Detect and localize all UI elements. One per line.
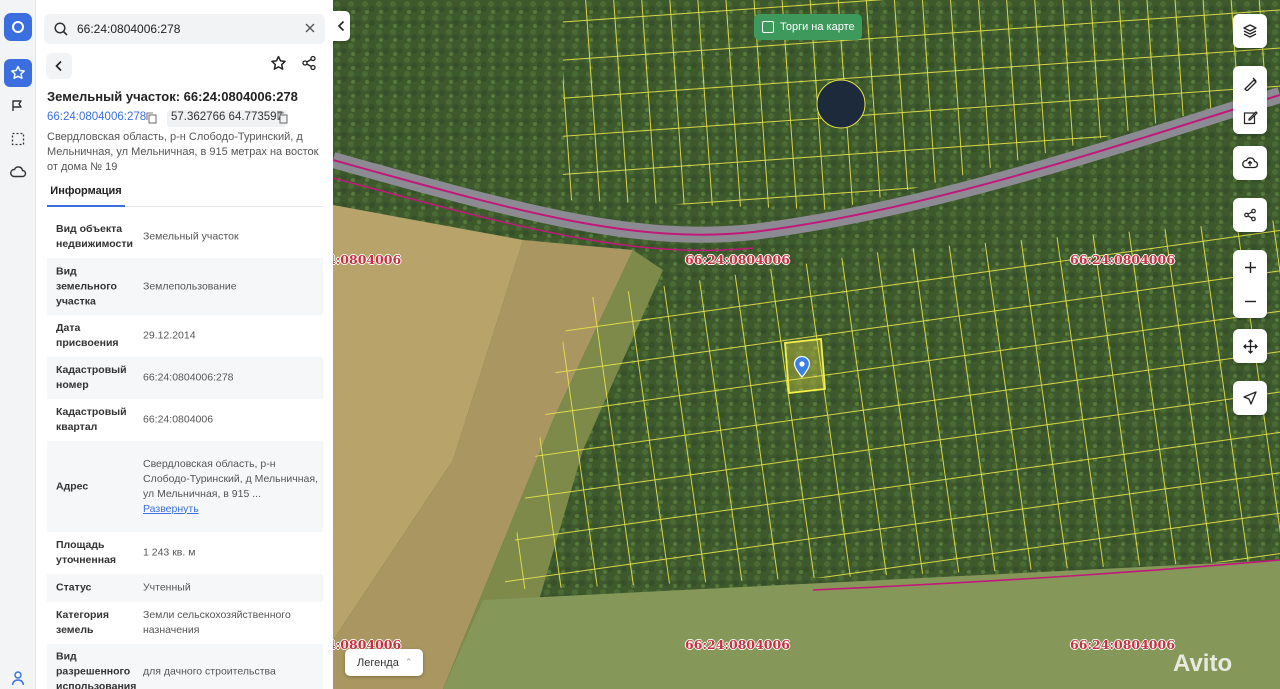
property-key: Кадастровый номер <box>56 364 127 391</box>
layers-button[interactable] <box>1233 14 1267 48</box>
favorite-star-icon[interactable] <box>270 55 287 77</box>
legend-label: Легенда <box>357 656 399 669</box>
locate-button[interactable] <box>1233 381 1267 415</box>
property-key: Дата присвоения <box>56 322 119 349</box>
quarter-label: 66:24:0804006 <box>685 637 790 652</box>
route-icon[interactable] <box>4 92 32 120</box>
property-value: Землепользование <box>143 280 237 292</box>
upload-icon <box>1242 157 1259 169</box>
avito-watermark: Avito <box>1173 650 1233 677</box>
property-value: Земельный участок <box>143 230 239 242</box>
property-value: 29.12.2014 <box>143 329 196 342</box>
property-row: Кадастровый номер 66:24:0804006:278 <box>47 357 323 399</box>
zoom-out-button[interactable] <box>1233 284 1267 318</box>
property-row: Дата присвоения 29.12.2014 <box>47 315 323 357</box>
torgi-toggle[interactable]: Торги на карте <box>754 14 862 40</box>
expand-link[interactable]: Развернуть <box>143 502 319 517</box>
map-pin-icon[interactable] <box>793 355 811 383</box>
edit-button[interactable] <box>1233 100 1267 134</box>
chevron-left-icon <box>55 60 62 72</box>
legend-button[interactable]: Легенда ⌃ <box>345 649 423 676</box>
draw-tools <box>1233 66 1267 134</box>
copy-coordinates-icon[interactable] <box>277 112 288 127</box>
property-value: 66:24:0804006:278 <box>143 371 234 384</box>
tab-bar: Информация <box>47 180 323 207</box>
property-key: Вид земельного участка <box>56 265 117 307</box>
layers-icon <box>1243 24 1257 38</box>
property-row: Площадь уточненная 1 243 кв. м <box>47 532 323 574</box>
ruler-icon <box>1243 77 1257 91</box>
info-panel: 66:24:0804006:278 Земельный участок: 66:… <box>36 0 333 689</box>
quarter-label: 4:0804006 <box>333 252 402 267</box>
quarter-label: 66:24:0804006 <box>685 252 790 267</box>
property-key: Статус <box>56 581 92 594</box>
zoom-controls <box>1233 250 1267 318</box>
property-row: Адрес Свердловская область, р-н Слободо-… <box>47 441 323 532</box>
property-key: Вид разрешенного использования <box>56 650 137 689</box>
property-value: Земли сельскохозяйственного назначения <box>143 609 291 636</box>
logo-icon[interactable] <box>4 13 32 41</box>
property-row: Вид разрешенного использования для дачно… <box>47 644 323 689</box>
move-icon <box>1242 338 1258 354</box>
move-button[interactable] <box>1233 329 1267 363</box>
property-key: Категория земель <box>56 609 110 636</box>
share-map-button[interactable] <box>1233 198 1267 232</box>
quarter-label: 66:24:0804006 <box>1070 252 1175 267</box>
cadastral-link[interactable]: 66:24:0804006:278 <box>47 111 146 123</box>
edit-icon <box>1243 110 1258 124</box>
object-address: Свердловская область, р-н Слободо-Туринс… <box>47 131 319 173</box>
share-icon[interactable] <box>301 55 317 76</box>
star-icon[interactable] <box>4 59 32 87</box>
property-key: Адрес <box>56 480 89 492</box>
zoom-in-button[interactable] <box>1233 250 1267 284</box>
page-title: Земельный участок: 66:24:0804006:278 <box>47 89 298 104</box>
back-button[interactable] <box>46 53 72 79</box>
upload-button[interactable] <box>1233 146 1267 180</box>
zoom-out-icon <box>1244 300 1256 302</box>
property-value: для дачного строительства <box>143 665 276 678</box>
search-icon <box>53 21 69 42</box>
quarter-label: 66:24:0804006 <box>1070 637 1175 652</box>
satellite-map[interactable] <box>333 0 1280 689</box>
ruler-button[interactable] <box>1233 66 1267 100</box>
property-row: Статус Учтенный <box>47 574 323 602</box>
search-box[interactable]: 66:24:0804006:278 <box>44 14 325 44</box>
property-key: Кадастровый квартал <box>56 406 127 433</box>
property-row: Вид земельного участка Землепользование <box>47 258 323 315</box>
checkbox[interactable] <box>762 21 774 33</box>
tab-information[interactable]: Информация <box>47 180 125 207</box>
properties-table: Вид объекта недвижимости Земельный участ… <box>47 215 323 689</box>
property-key: Вид объекта недвижимости <box>56 222 133 250</box>
map-view[interactable]: 4:0804006 66:24:0804006 66:24:0804006 4:… <box>333 0 1280 689</box>
collapse-panel-button[interactable] <box>333 11 350 41</box>
torgi-label: Торги на карте <box>780 21 855 33</box>
panel-nav <box>46 52 323 79</box>
property-value: Учтенный <box>143 581 191 594</box>
property-value: 1 243 кв. м <box>143 546 196 559</box>
address-value: Свердловская область, р-н Слободо-Туринс… <box>143 457 318 500</box>
coordinates-badge[interactable]: 57.362766 64.773597 <box>167 110 287 127</box>
chevron-left-icon <box>337 20 345 32</box>
chevron-up-icon: ⌃ <box>404 657 413 667</box>
user-icon[interactable] <box>4 664 32 689</box>
property-value: Свердловская область, р-н Слободо-Туринс… <box>143 457 319 517</box>
left-rail <box>0 0 36 689</box>
select-area-icon[interactable] <box>4 125 32 153</box>
property-value: 66:24:0804006 <box>143 413 214 426</box>
close-icon[interactable] <box>303 21 317 40</box>
share-icon <box>1244 208 1256 222</box>
copy-icon[interactable] <box>146 112 157 127</box>
zoom-in-icon <box>1244 261 1256 273</box>
property-key: Площадь уточненная <box>56 539 117 566</box>
property-row: Кадастровый квартал 66:24:0804006 <box>47 399 323 441</box>
property-row: Категория земель Земли сельскохозяйствен… <box>47 602 323 644</box>
property-row: Вид объекта недвижимости Земельный участ… <box>47 215 323 258</box>
locate-icon <box>1243 391 1257 405</box>
cloud-icon[interactable] <box>4 158 32 186</box>
search-input[interactable]: 66:24:0804006:278 <box>77 22 180 36</box>
